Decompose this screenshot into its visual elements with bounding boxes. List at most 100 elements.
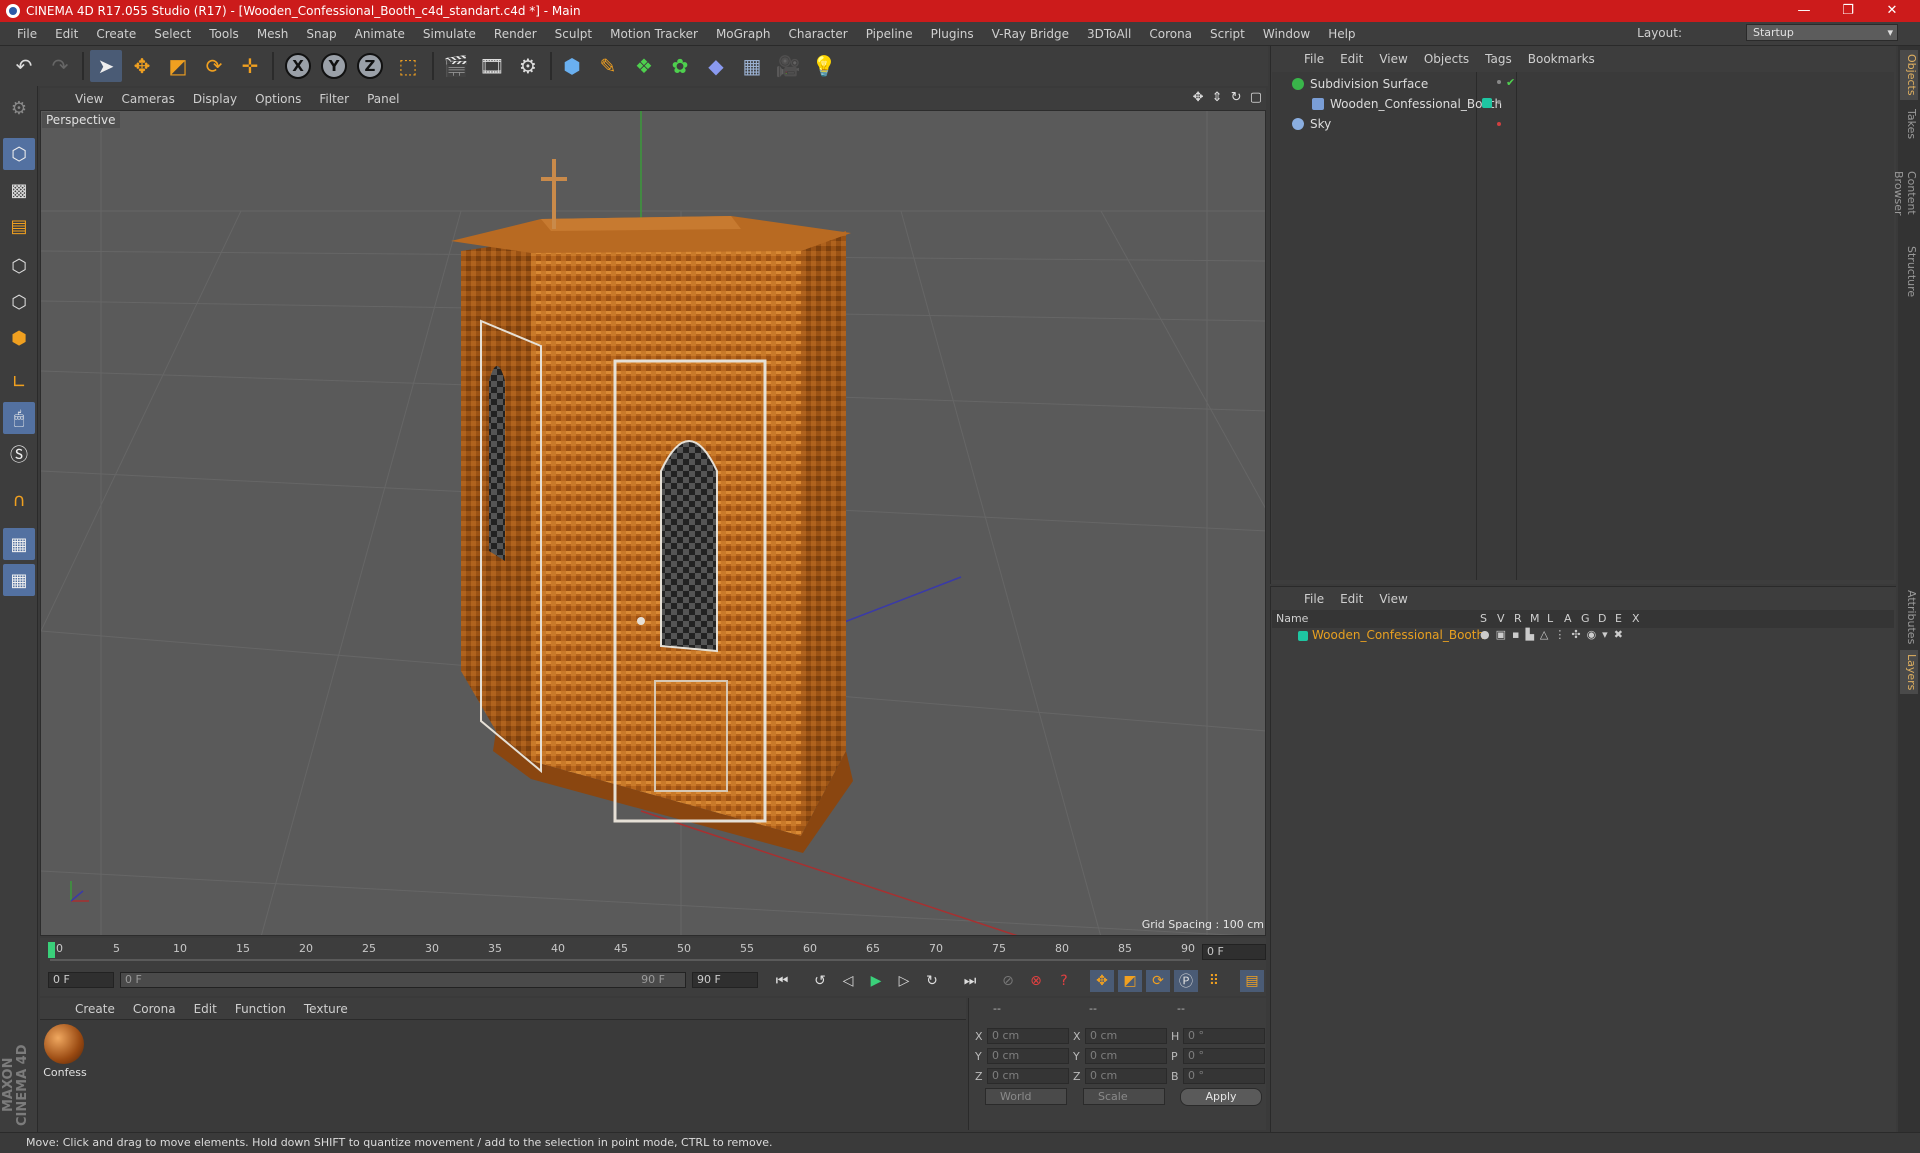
axis-mode-icon[interactable]: ∟ [3, 366, 35, 398]
object-row-subdivision-surface[interactable]: Subdivision Surface [1272, 74, 1894, 94]
close-button[interactable]: ✕ [1870, 0, 1914, 22]
coordinate-space-select[interactable]: World [985, 1088, 1067, 1105]
perspective-viewport[interactable] [40, 110, 1266, 936]
viewport-menu-cameras[interactable]: Cameras [112, 92, 183, 106]
floor-environment-icon[interactable]: ▦ [736, 50, 768, 82]
lock-workplane-icon[interactable]: ▦ [3, 528, 35, 560]
viewport-menu-panel[interactable]: Panel [358, 92, 408, 106]
menu-mograph[interactable]: MoGraph [707, 27, 780, 41]
rot-b-field[interactable]: 0 ° [1183, 1068, 1265, 1084]
menu-help[interactable]: Help [1319, 27, 1364, 41]
coordinate-mode-select[interactable]: Scale [1083, 1088, 1165, 1105]
layers-menu-edit[interactable]: Edit [1332, 592, 1371, 606]
go-to-start-icon[interactable]: ⏮ [770, 970, 794, 992]
pos-y-field[interactable]: 0 cm [987, 1048, 1069, 1064]
enabled-check-icon[interactable]: ✔ [1506, 76, 1515, 89]
objects-menu-view[interactable]: View [1371, 52, 1415, 66]
axis-y-lock-button[interactable]: Y [318, 50, 350, 82]
live-selection-icon[interactable]: ✛ [234, 50, 266, 82]
menu-character[interactable]: Character [779, 27, 856, 41]
subdivision-surface-icon[interactable]: ❖ [628, 50, 660, 82]
key-pla-icon[interactable]: ⠿ [1202, 970, 1226, 992]
menu-motion-tracker[interactable]: Motion Tracker [601, 27, 707, 41]
planar-workplane-icon[interactable]: ▦ [3, 564, 35, 596]
minimize-button[interactable]: — [1782, 0, 1826, 22]
rot-h-field[interactable]: 0 ° [1183, 1028, 1265, 1044]
layers-menu-view[interactable]: View [1371, 592, 1415, 606]
light-icon[interactable]: 💡 [808, 50, 840, 82]
pos-x-field[interactable]: 0 cm [987, 1028, 1069, 1044]
menu-render[interactable]: Render [485, 27, 546, 41]
snapping-icon[interactable]: Ⓢ [3, 438, 35, 470]
edges-mode-icon[interactable]: ⬡ [3, 286, 35, 318]
render-view-icon[interactable]: 🎬 [440, 50, 472, 82]
key-position-icon[interactable]: ✥ [1090, 970, 1114, 992]
key-parameter-icon[interactable]: Ⓟ [1174, 970, 1198, 992]
current-frame-field[interactable]: 0 F [1202, 944, 1266, 960]
objects-menu-objects[interactable]: Objects [1416, 52, 1477, 66]
frame-range-slider[interactable]: 0 F 90 F [120, 972, 686, 988]
viewport-menu-view[interactable]: View [66, 92, 112, 106]
rotate-tool-icon[interactable]: ⟳ [198, 50, 230, 82]
coordinate-system-icon[interactable]: ⬚ [392, 50, 424, 82]
material-menu-create[interactable]: Create [66, 1002, 124, 1016]
camera-icon[interactable]: 🎥 [772, 50, 804, 82]
menu-simulate[interactable]: Simulate [414, 27, 485, 41]
viewport-menu-filter[interactable]: Filter [310, 92, 358, 106]
size-x-field[interactable]: 0 cm [1085, 1028, 1167, 1044]
render-settings-icon[interactable]: ⚙ [512, 50, 544, 82]
tab-structure[interactable]: Structure [1900, 242, 1918, 298]
menu-sculpt[interactable]: Sculpt [546, 27, 601, 41]
menu-plugins[interactable]: Plugins [922, 27, 983, 41]
move-tool-icon[interactable]: ✥ [126, 50, 158, 82]
visibility-dot[interactable] [1497, 80, 1501, 84]
apply-button[interactable]: Apply [1180, 1088, 1262, 1106]
size-z-field[interactable]: 0 cm [1085, 1068, 1167, 1084]
material-name[interactable]: Confess [42, 1066, 88, 1079]
deformer-icon[interactable]: ◆ [700, 50, 732, 82]
tab-objects[interactable]: Objects [1900, 50, 1918, 100]
object-row-wooden-confessional-booth[interactable]: Wooden_Confessional_Booth [1272, 94, 1894, 114]
tab-attributes[interactable]: Attributes [1900, 586, 1918, 646]
cube-primitive-icon[interactable]: ⬢ [556, 50, 588, 82]
magnet-icon[interactable]: ∩ [3, 484, 35, 516]
menu-window[interactable]: Window [1254, 27, 1319, 41]
menu-3dtoall[interactable]: 3DToAll [1078, 27, 1140, 41]
maximize-button[interactable]: ❐ [1826, 0, 1870, 22]
object-row-sky[interactable]: Sky [1272, 114, 1894, 134]
objects-menu-edit[interactable]: Edit [1332, 52, 1371, 66]
key-scale-icon[interactable]: ◩ [1118, 970, 1142, 992]
timeline-ruler[interactable]: 0 5 10 15 20 25 30 35 40 45 50 55 60 65 … [40, 938, 1266, 964]
layout-select[interactable]: Startup [1746, 24, 1898, 41]
objects-menu-file[interactable]: File [1296, 52, 1332, 66]
material-menu-edit[interactable]: Edit [185, 1002, 226, 1016]
points-mode-icon[interactable]: ⬡ [3, 250, 35, 282]
redo-icon[interactable]: ↷ [44, 50, 76, 82]
texture-mode-icon[interactable]: ▩ [3, 174, 35, 206]
menu-script[interactable]: Script [1201, 27, 1254, 41]
next-key-icon[interactable]: ↻ [920, 970, 944, 992]
menu-mesh[interactable]: Mesh [248, 27, 298, 41]
menu-select[interactable]: Select [145, 27, 200, 41]
viewport-navigation-icons[interactable]: ✥ ⇕ ↻ ▢ [1193, 90, 1264, 105]
timeline-window-icon[interactable]: ▤ [1240, 970, 1264, 992]
material-menu-corona[interactable]: Corona [124, 1002, 185, 1016]
menu-pipeline[interactable]: Pipeline [857, 27, 922, 41]
menu-file[interactable]: File [8, 27, 46, 41]
model-mode-icon[interactable]: ⬡ [3, 138, 35, 170]
visibility-dot[interactable] [1497, 100, 1501, 104]
axis-x-lock-button[interactable]: X [282, 50, 314, 82]
autokey-icon[interactable]: ? [1052, 970, 1076, 992]
visibility-dot[interactable] [1497, 122, 1501, 126]
menu-animate[interactable]: Animate [346, 27, 414, 41]
material-menu-function[interactable]: Function [226, 1002, 295, 1016]
layer-color-swatch[interactable] [1298, 631, 1308, 641]
tweak-mode-icon[interactable]: 🖱 [3, 402, 35, 434]
menu-create[interactable]: Create [87, 27, 145, 41]
menu-edit[interactable]: Edit [46, 27, 87, 41]
layer-color-tag[interactable] [1482, 98, 1492, 108]
layers-menu-file[interactable]: File [1296, 592, 1332, 606]
material-thumbnail[interactable] [44, 1024, 84, 1064]
play-icon[interactable]: ▶ [864, 970, 888, 992]
workplane-icon[interactable]: ▤ [3, 210, 35, 242]
